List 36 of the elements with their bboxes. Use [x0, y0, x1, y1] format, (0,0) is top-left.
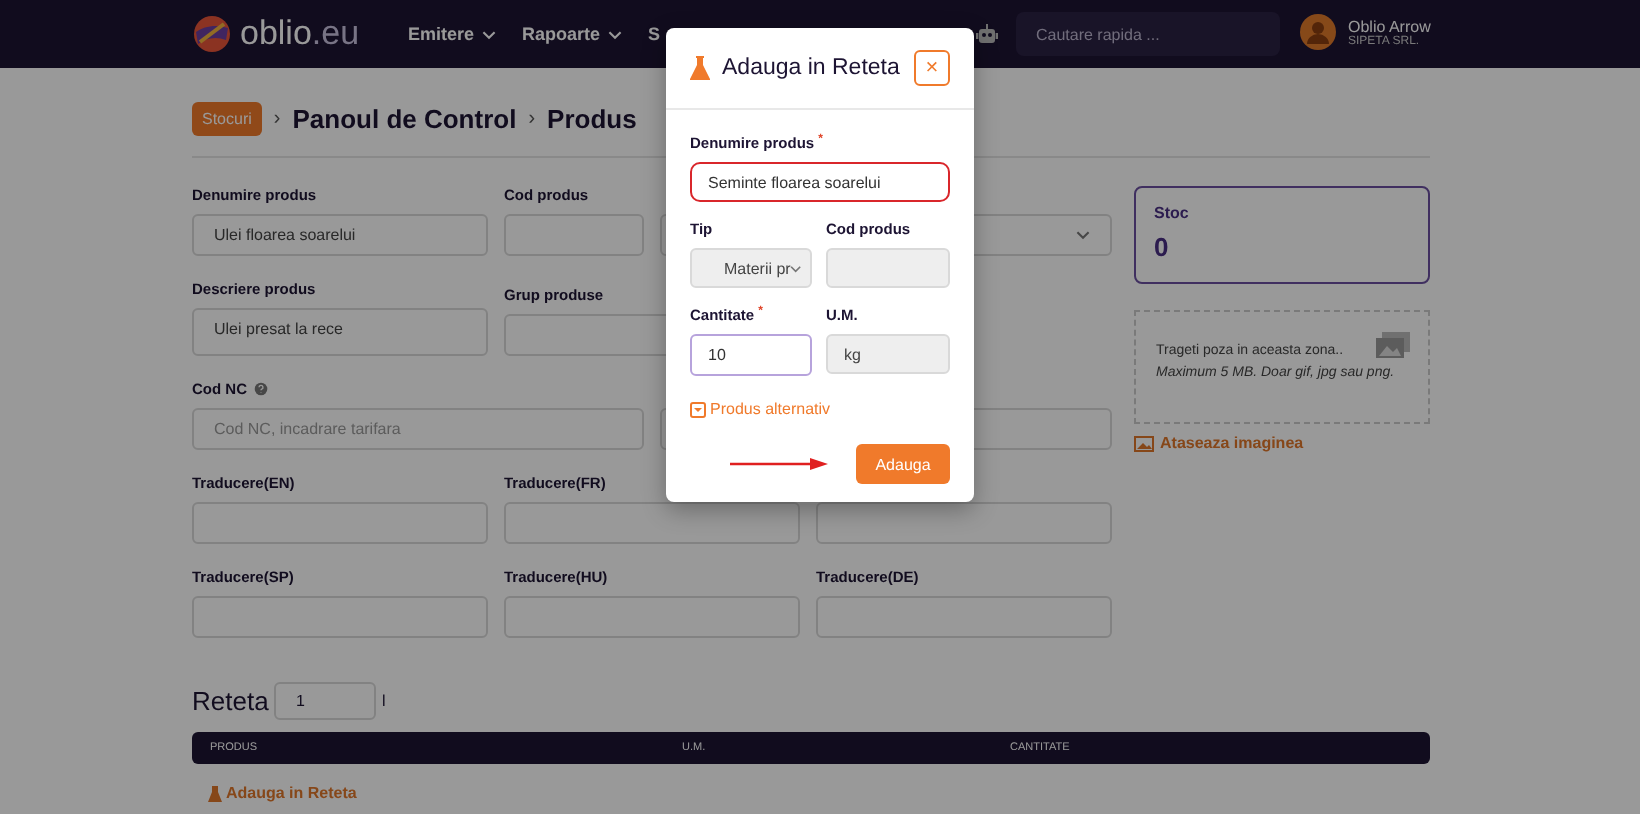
- collapse-icon: [690, 401, 706, 417]
- flask-icon: [208, 785, 222, 801]
- image-icon: [1134, 435, 1154, 451]
- logo-icon: [192, 14, 232, 54]
- input-field[interactable]: [816, 502, 1112, 544]
- user-name: Oblio Arrow: [1348, 17, 1431, 35]
- input-field[interactable]: 10: [690, 334, 812, 376]
- modal-title: Adauga in Reteta: [722, 56, 902, 80]
- input-field[interactable]: [504, 502, 800, 544]
- arrow-icon: [730, 458, 828, 470]
- quantity-field[interactable]: 1: [274, 682, 376, 720]
- stock-label: Stoc: [1154, 204, 1191, 222]
- chevron-icon: [790, 263, 802, 273]
- input-field[interactable]: Ulei floarea soarelui: [192, 214, 488, 256]
- search-field[interactable]: Cautare rapida ...: [1016, 12, 1280, 56]
- input-field[interactable]: [504, 214, 644, 256]
- logo-text[interactable]: oblio.eu: [240, 14, 360, 54]
- breadcrumb-separator: ›: [528, 107, 536, 129]
- input-field[interactable]: Seminte floarea soarelui: [690, 162, 950, 202]
- breadcrumb-item[interactable]: Panoul de Control: [292, 103, 517, 133]
- nav-menu[interactable]: S: [648, 24, 661, 44]
- flask-icon: [690, 56, 710, 80]
- unit-label: l: [382, 692, 386, 710]
- avatar-icon[interactable]: [1300, 14, 1336, 50]
- textarea-field[interactable]: Ulei presat la rece: [192, 308, 488, 356]
- images-icon: [1376, 332, 1410, 358]
- chevron-icon: [608, 29, 623, 39]
- stock-value: 0: [1154, 232, 1171, 262]
- nav-menu[interactable]: Emitere: [408, 24, 497, 44]
- breadcrumb-item[interactable]: Produs: [547, 103, 637, 133]
- breadcrumb-separator: ›: [273, 107, 281, 129]
- chevron-icon: [482, 29, 497, 39]
- nav-menu[interactable]: Rapoarte: [522, 24, 623, 44]
- recipe-title: Reteta: [192, 686, 271, 716]
- chevron-icon: [1076, 230, 1090, 240]
- robot-icon[interactable]: [976, 24, 998, 44]
